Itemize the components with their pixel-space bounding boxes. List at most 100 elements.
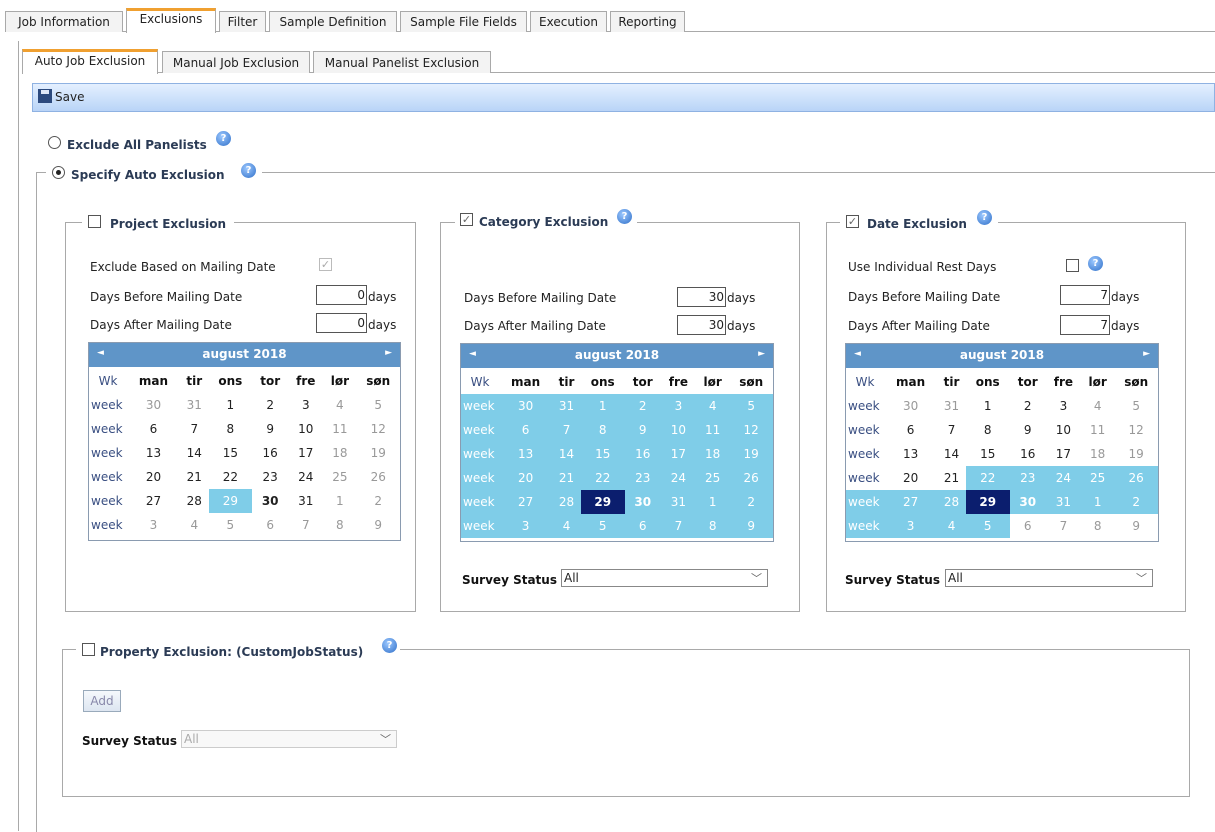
- calendar-day[interactable]: 7: [660, 514, 696, 538]
- calendar-day[interactable]: 3: [499, 514, 553, 538]
- calendar-day[interactable]: 8: [209, 417, 252, 441]
- calendar-day[interactable]: 4: [323, 393, 356, 417]
- calendar-day[interactable]: 6: [1010, 514, 1046, 538]
- calendar-day[interactable]: 4: [552, 514, 581, 538]
- calendar-day[interactable]: 24: [1045, 466, 1081, 490]
- tab-filter[interactable]: Filter: [219, 11, 266, 32]
- calendar-day[interactable]: 20: [884, 466, 937, 490]
- week-link[interactable]: week: [846, 514, 884, 538]
- calendar-day[interactable]: 3: [1046, 394, 1081, 418]
- calendar-day[interactable]: 6: [884, 418, 937, 442]
- calendar-day[interactable]: 14: [180, 441, 209, 465]
- week-link[interactable]: week: [461, 394, 499, 418]
- tab-sample-definition[interactable]: Sample Definition: [269, 11, 397, 32]
- calendar-day[interactable]: 12: [356, 417, 400, 441]
- calendar-day[interactable]: 4: [180, 513, 209, 537]
- calendar-day[interactable]: 4: [695, 394, 730, 418]
- week-link[interactable]: week: [846, 442, 884, 466]
- calendar-day[interactable]: 7: [552, 418, 581, 442]
- calendar-day[interactable]: 9: [624, 418, 661, 442]
- survey-status-select[interactable]: All ﹀: [181, 730, 397, 748]
- calendar-day[interactable]: 9: [1114, 514, 1158, 538]
- calendar-day[interactable]: 8: [1081, 514, 1114, 538]
- days-before-input[interactable]: 0: [316, 285, 367, 305]
- calendar-day[interactable]: 2: [356, 489, 400, 513]
- calendar-day[interactable]: 10: [288, 417, 323, 441]
- calendar-day[interactable]: 22: [209, 465, 252, 489]
- week-link[interactable]: week: [461, 514, 499, 538]
- calendar-day[interactable]: 27: [499, 490, 553, 514]
- calendar-day[interactable]: 7: [1046, 514, 1081, 538]
- days-before-input[interactable]: 7: [1060, 285, 1110, 305]
- project-exclusion-checkbox[interactable]: [88, 215, 101, 228]
- week-link[interactable]: week: [89, 393, 127, 417]
- calendar-day[interactable]: 1: [323, 489, 356, 513]
- calendar-day[interactable]: 26: [1114, 466, 1158, 490]
- calendar-day[interactable]: 3: [884, 514, 938, 538]
- calendar-day[interactable]: 12: [729, 418, 773, 442]
- next-month-icon[interactable]: ►: [1143, 349, 1150, 359]
- calendar-day[interactable]: 31: [180, 393, 209, 417]
- tab-execution[interactable]: Execution: [530, 11, 607, 32]
- week-link[interactable]: week: [461, 442, 499, 466]
- calendar-day[interactable]: 3: [288, 393, 323, 417]
- calendar-day[interactable]: 9: [356, 513, 400, 537]
- exclude-all-radio[interactable]: [48, 136, 61, 149]
- tab-auto-job-exclusion[interactable]: Auto Job Exclusion: [22, 49, 158, 74]
- calendar-day[interactable]: 2: [1114, 490, 1158, 514]
- calendar-day[interactable]: 8: [695, 514, 730, 538]
- calendar-day[interactable]: 14: [937, 442, 966, 466]
- calendar-day[interactable]: 1: [580, 394, 625, 418]
- calendar-day[interactable]: 18: [695, 442, 730, 466]
- week-link[interactable]: week: [846, 490, 884, 514]
- calendar-day[interactable]: 28: [552, 490, 581, 514]
- week-link[interactable]: week: [461, 418, 499, 442]
- survey-status-select[interactable]: All ﹀: [561, 569, 768, 587]
- week-link[interactable]: week: [89, 441, 127, 465]
- calendar-day[interactable]: 29: [580, 490, 625, 514]
- calendar-day[interactable]: 25: [323, 465, 356, 489]
- calendar-day[interactable]: 30: [127, 393, 180, 417]
- calendar-day[interactable]: 8: [323, 513, 356, 537]
- calendar-day[interactable]: 16: [1010, 442, 1046, 466]
- exclude-based-checkbox[interactable]: ✓: [319, 258, 332, 271]
- calendar-day[interactable]: 5: [580, 514, 625, 538]
- calendar-day[interactable]: 5: [729, 394, 773, 418]
- calendar-day[interactable]: 21: [180, 465, 209, 489]
- calendar-day[interactable]: 26: [356, 465, 400, 489]
- calendar-day[interactable]: 1: [209, 393, 252, 417]
- help-icon[interactable]: ?: [216, 131, 231, 146]
- week-link[interactable]: week: [89, 417, 127, 441]
- calendar-day[interactable]: 30: [1009, 490, 1046, 514]
- days-after-input[interactable]: 0: [316, 313, 367, 333]
- calendar-day[interactable]: 19: [356, 441, 400, 465]
- calendar-day[interactable]: 22: [580, 466, 625, 490]
- specify-auto-radio[interactable]: [52, 166, 65, 179]
- calendar-day[interactable]: 30: [499, 394, 553, 418]
- help-icon[interactable]: ?: [617, 209, 632, 224]
- calendar-day[interactable]: 10: [1046, 418, 1081, 442]
- calendar-day[interactable]: 13: [884, 442, 937, 466]
- calendar-day[interactable]: 7: [288, 513, 323, 537]
- calendar-day[interactable]: 31: [552, 394, 581, 418]
- calendar-day[interactable]: 7: [937, 418, 966, 442]
- calendar-day[interactable]: 16: [624, 442, 661, 466]
- calendar-day[interactable]: 14: [552, 442, 581, 466]
- calendar-day[interactable]: 28: [937, 490, 966, 514]
- tab-manual-job-exclusion[interactable]: Manual Job Exclusion: [162, 51, 310, 73]
- next-month-icon[interactable]: ►: [385, 348, 392, 358]
- calendar-day[interactable]: 11: [1081, 418, 1114, 442]
- calendar-day[interactable]: 16: [252, 441, 288, 465]
- calendar-day[interactable]: 2: [729, 490, 773, 514]
- week-link[interactable]: week: [846, 394, 884, 418]
- survey-status-select[interactable]: All ﹀: [945, 569, 1153, 587]
- calendar-day[interactable]: 23: [252, 465, 288, 489]
- week-link[interactable]: week: [846, 466, 884, 490]
- help-icon[interactable]: ?: [977, 210, 992, 225]
- days-after-input[interactable]: 30: [677, 315, 726, 335]
- calendar-day[interactable]: 15: [580, 442, 625, 466]
- calendar-day[interactable]: 1: [1080, 490, 1115, 514]
- calendar-day[interactable]: 6: [252, 513, 288, 537]
- calendar-day[interactable]: 15: [966, 442, 1010, 466]
- week-link[interactable]: week: [89, 513, 127, 537]
